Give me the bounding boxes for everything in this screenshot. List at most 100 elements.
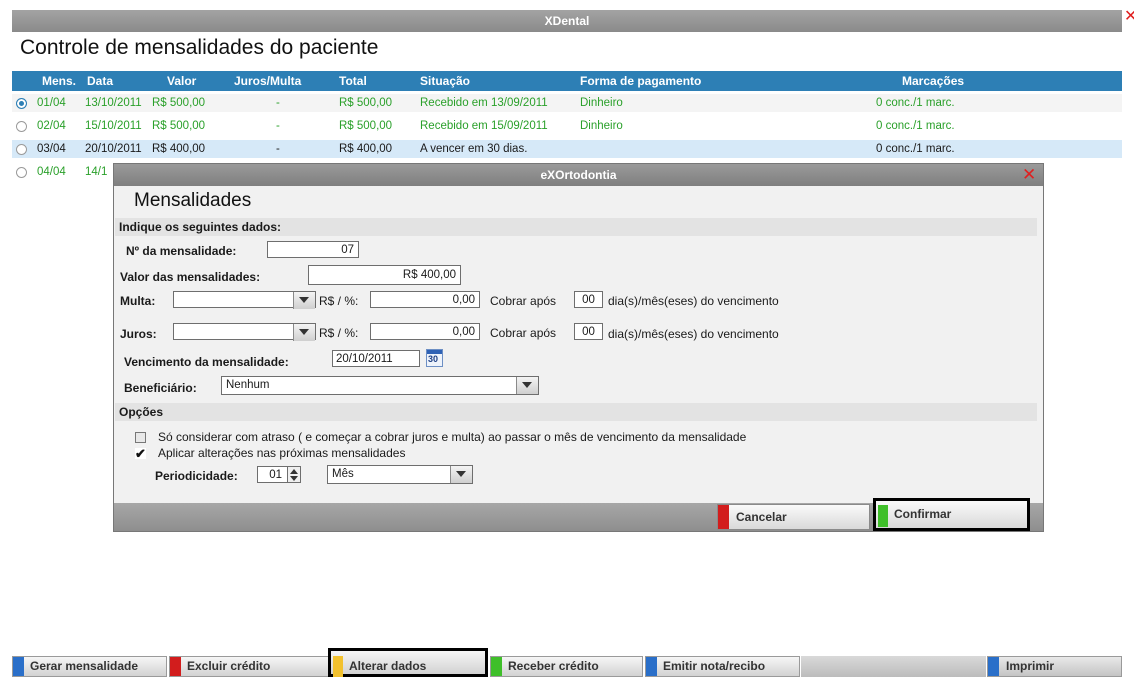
row-forma: Dinheiro — [580, 97, 623, 109]
row-juros: - — [276, 143, 280, 155]
column-header-juros-multa[interactable]: Juros/Multa — [234, 71, 301, 91]
multa-select[interactable] — [173, 291, 316, 309]
dialog-heading: Mensalidades — [134, 190, 252, 211]
section-dados: Indique os seguintes dados: — [115, 218, 1037, 236]
row-marcacoes: 0 conc./1 marc. — [876, 120, 955, 132]
num-mensalidade-field[interactable]: 07 — [267, 241, 359, 258]
column-header-mens[interactable]: Mens. — [42, 71, 76, 91]
row-data: 14/1 — [85, 166, 108, 178]
row-radio[interactable] — [16, 167, 27, 178]
column-header-situacao[interactable]: Situação — [420, 71, 470, 91]
page-title: Controle de mensalidades do paciente — [20, 36, 379, 59]
row-mens: 02/04 — [37, 120, 66, 132]
alterar-stripe — [333, 656, 343, 677]
table-row[interactable]: 01/04 13/10/2011 R$ 500,00 - R$ 500,00 R… — [12, 94, 1122, 112]
row-situacao: Recebido em 13/09/2011 — [420, 97, 548, 109]
multa-cobrar-label: Cobrar após — [490, 294, 557, 308]
confirm-stripe — [878, 505, 888, 527]
emitir-label: Emitir nota/recibo — [663, 659, 766, 673]
opt-aplicar-label: Aplicar alterações nas próximas mensalid… — [158, 446, 406, 460]
multa-dropdown-button[interactable] — [293, 292, 315, 309]
column-header-data[interactable]: Data — [87, 71, 113, 91]
stepper-arrows-icon[interactable] — [287, 466, 301, 483]
cancel-stripe — [718, 505, 729, 529]
opt-aplicar-checkbox[interactable]: ✔ — [135, 447, 146, 460]
cancel-button[interactable]: Cancelar — [717, 504, 870, 530]
calendar-day: 30 — [428, 354, 439, 364]
valor-mensalidades-field[interactable]: R$ 400,00 — [308, 265, 461, 285]
imprimir-label: Imprimir — [1006, 659, 1055, 673]
alterar-dados-button[interactable]: Alterar dados — [328, 648, 488, 677]
row-juros: - — [276, 97, 280, 109]
row-forma: Dinheiro — [580, 120, 623, 132]
confirm-label: Confirmar — [894, 507, 952, 521]
main-close-icon[interactable]: ✕ — [1124, 9, 1134, 25]
chevron-down-icon — [299, 329, 309, 335]
vencimento-label: Vencimento da mensalidade: — [124, 355, 289, 369]
juros-value-field[interactable]: 0,00 — [370, 323, 480, 340]
column-header-marcacoes[interactable]: Marcações — [902, 71, 964, 91]
gerar-mensalidade-button[interactable]: Gerar mensalidade — [12, 656, 167, 677]
row-situacao: Recebido em 15/09/2011 — [420, 120, 548, 132]
emitir-stripe — [646, 657, 657, 676]
juros-dropdown-button[interactable] — [293, 324, 315, 341]
column-header-valor[interactable]: Valor — [167, 71, 196, 91]
periodicidade-unit-select[interactable]: Mês — [327, 465, 473, 484]
beneficiario-dropdown-button[interactable] — [516, 377, 538, 394]
periodicidade-label: Periodicidade: — [155, 469, 238, 483]
chevron-down-icon — [522, 382, 532, 388]
row-data: 20/10/2011 — [85, 143, 142, 155]
periodicidade-unit-value: Mês — [332, 468, 354, 480]
beneficiario-select[interactable]: Nenhum — [221, 376, 539, 395]
emitir-nota-button[interactable]: Emitir nota/recibo — [645, 656, 800, 677]
juros-select[interactable] — [173, 323, 316, 341]
excluir-credito-button[interactable]: Excluir crédito — [169, 656, 330, 677]
row-mens: 03/04 — [37, 143, 66, 155]
periodicidade-dropdown-button[interactable] — [450, 466, 472, 483]
row-mens: 04/04 — [37, 166, 66, 178]
alterar-label: Alterar dados — [349, 659, 427, 673]
imprimir-stripe — [988, 657, 999, 676]
excluir-stripe — [170, 657, 181, 676]
receber-stripe — [491, 657, 502, 676]
dialog-window-title: eXOrtodontia — [540, 168, 617, 182]
row-radio[interactable] — [16, 98, 27, 109]
multa-rs-label: R$ / %: — [319, 294, 359, 308]
vencimento-field[interactable]: 20/10/2011 — [332, 350, 420, 367]
row-valor: R$ 500,00 — [152, 97, 206, 109]
opt-atraso-checkbox[interactable] — [135, 432, 146, 443]
multa-value-field[interactable]: 0,00 — [370, 291, 480, 308]
multa-days-field[interactable]: 00 — [574, 291, 603, 308]
row-radio[interactable] — [16, 144, 27, 155]
calendar-icon[interactable]: 30 — [426, 349, 443, 367]
confirm-button[interactable]: Confirmar — [873, 498, 1030, 531]
juros-rs-label: R$ / %: — [319, 326, 359, 340]
juros-dias-label: dia(s)/mês(eses) do vencimento — [608, 327, 779, 341]
column-header-forma-pagamento[interactable]: Forma de pagamento — [580, 71, 701, 91]
row-total: R$ 500,00 — [339, 120, 393, 132]
column-header-total[interactable]: Total — [339, 71, 367, 91]
beneficiario-label: Beneficiário: — [124, 381, 197, 395]
valor-mensalidades-label: Valor das mensalidades: — [120, 270, 261, 284]
dialog-titlebar: eXOrtodontia — [114, 164, 1043, 186]
juros-days-field[interactable]: 00 — [574, 323, 603, 340]
dialog-close-icon[interactable]: ✕ — [1022, 166, 1036, 183]
row-juros: - — [276, 120, 280, 132]
beneficiario-value: Nenhum — [226, 379, 270, 391]
multa-label: Multa: — [120, 294, 156, 308]
excluir-label: Excluir crédito — [187, 659, 271, 673]
table-row[interactable]: 02/04 15/10/2011 R$ 500,00 - R$ 500,00 R… — [12, 117, 1122, 135]
table-row[interactable]: 03/04 20/10/2011 R$ 400,00 - R$ 400,00 A… — [12, 140, 1122, 158]
num-mensalidade-label: Nº da mensalidade: — [126, 244, 237, 258]
row-radio[interactable] — [16, 121, 27, 132]
section-opcoes: Opções — [115, 403, 1037, 421]
row-situacao: A vencer em 30 dias. — [420, 143, 528, 155]
receber-label: Receber crédito — [508, 659, 599, 673]
receber-credito-button[interactable]: Receber crédito — [490, 656, 643, 677]
row-total: R$ 400,00 — [339, 143, 393, 155]
opt-atraso-label: Só considerar com atraso ( e começar a c… — [158, 430, 747, 444]
row-data: 13/10/2011 — [85, 97, 142, 109]
imprimir-button[interactable]: Imprimir — [987, 656, 1122, 677]
multa-dias-label: dia(s)/mês(eses) do vencimento — [608, 294, 779, 308]
mensalidades-dialog: eXOrtodontia ✕ Mensalidades Indique os s… — [113, 163, 1044, 532]
